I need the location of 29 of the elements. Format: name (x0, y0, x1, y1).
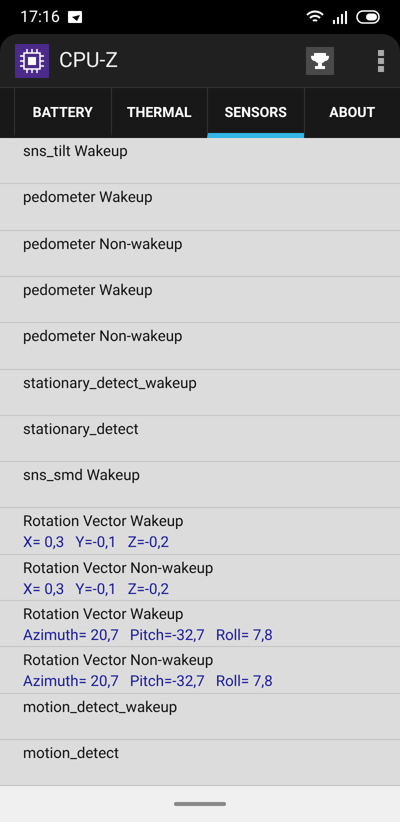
sensor-name: pedometer Wakeup (23, 188, 154, 206)
sensor-name: stationary_detect_wakeup (23, 374, 198, 392)
sensor-name: motion_detect (23, 744, 120, 762)
trophy-button[interactable] (306, 46, 334, 75)
sensor-name: sns_tilt Wakeup (23, 142, 129, 160)
sensor-name: Rotation Vector Non-wakeup (23, 558, 214, 577)
sensor-name: Rotation Vector Wakeup (23, 512, 184, 530)
sensor-value: Azimuth= 20,7 Pitch=-32,7 Roll= 7,8 (23, 626, 274, 644)
signal-icon (332, 10, 348, 24)
app-title: CPU-Z (59, 48, 118, 73)
sensor-name: Rotation Vector Wakeup (23, 605, 184, 624)
trophy-icon (310, 50, 330, 71)
menu-icon[interactable] (378, 50, 384, 72)
sensor-name: motion_detect_wakeup (23, 698, 178, 716)
home-handle[interactable] (174, 802, 226, 806)
sensor-value: X= 0,3 Y=-0,1 Z=-0,2 (23, 533, 170, 552)
sensor-name: sns_smd Wakeup (23, 466, 141, 484)
sensor-name: pedometer Non-wakeup (23, 234, 184, 253)
sensor-name: pedometer Wakeup (23, 280, 154, 299)
wifi-icon (306, 10, 324, 24)
battery-icon (356, 10, 382, 24)
sensor-value: Azimuth= 20,7 Pitch=-32,7 Roll= 7,8 (23, 672, 274, 690)
sensor-name: pedometer Non-wakeup (23, 327, 184, 346)
sensor-name: stationary_detect (23, 420, 140, 438)
image-icon (68, 10, 82, 23)
sensor-value: X= 0,3 Y=-0,1 Z=-0,2 (23, 580, 170, 598)
sensor-name: Rotation Vector Non-wakeup (23, 651, 214, 670)
chip-icon (15, 44, 49, 78)
status-time: 17:16 (20, 7, 60, 26)
